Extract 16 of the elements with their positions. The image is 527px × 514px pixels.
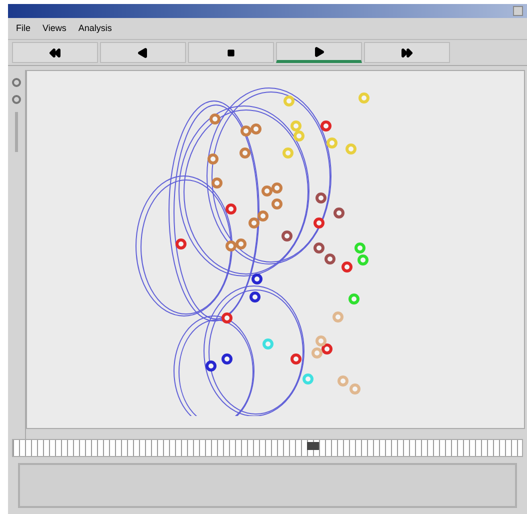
playback-button[interactable] xyxy=(364,42,450,63)
playback-button[interactable] xyxy=(100,42,186,63)
rewind-icon xyxy=(49,46,61,58)
menu-item[interactable]: Analysis xyxy=(78,22,112,36)
back-icon xyxy=(137,46,149,58)
menu-item[interactable]: File xyxy=(16,22,31,36)
playback-button[interactable] xyxy=(188,42,274,63)
play-icon xyxy=(313,46,325,58)
menu-item[interactable]: Views xyxy=(42,22,66,36)
fast-forward-icon xyxy=(401,46,413,58)
close-icon[interactable] xyxy=(513,6,523,16)
timeline-slider[interactable] xyxy=(12,439,523,457)
timeline-thumb[interactable] xyxy=(307,442,320,450)
stop-icon xyxy=(227,46,235,58)
playback-button[interactable] xyxy=(12,42,98,63)
playback-button[interactable] xyxy=(276,42,362,63)
